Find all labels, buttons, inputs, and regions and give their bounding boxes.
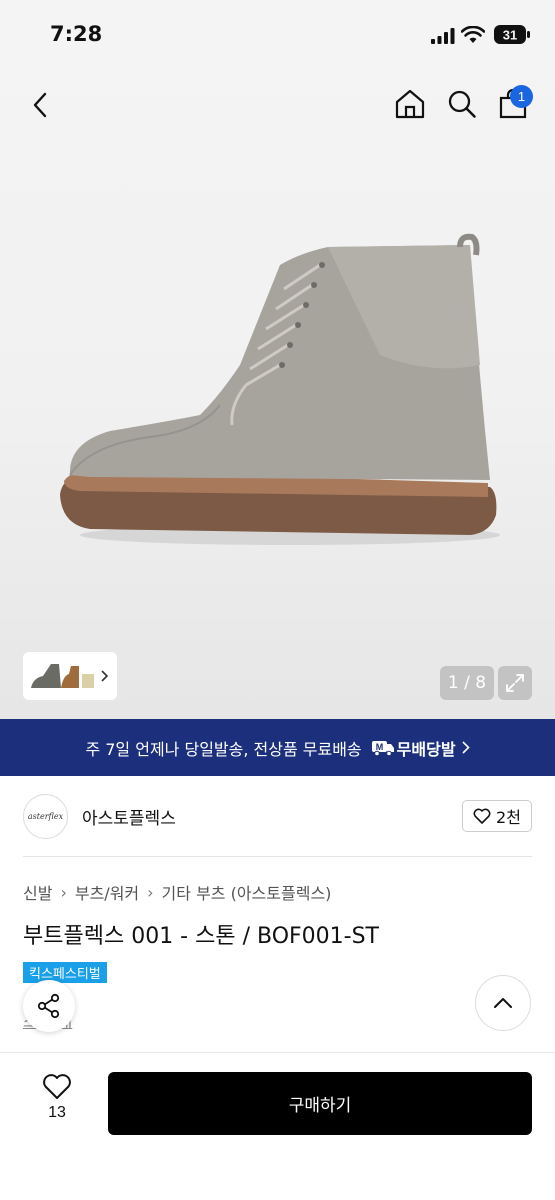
breadcrumb-item[interactable]: 신발 <box>23 880 52 904</box>
delivery-truck-icon: M <box>371 740 394 756</box>
scroll-top-button[interactable] <box>475 975 531 1031</box>
wishlist-count: 13 <box>48 1104 66 1121</box>
mubae-logo: M 무배당발 <box>371 736 456 760</box>
buy-button[interactable]: 구매하기 <box>108 1072 532 1135</box>
chevron-right-icon: › <box>147 882 154 902</box>
product-gallery[interactable]: 7:28 31 1 1 / 8 <box>0 0 555 719</box>
banner-text: 주 7일 언제나 당일발송, 전상품 무료배송 <box>85 739 362 759</box>
wifi-icon <box>461 26 485 43</box>
chevron-right-icon <box>101 670 109 682</box>
brand-like-count: 2천 <box>496 808 521 827</box>
search-icon <box>448 90 476 118</box>
breadcrumb: 신발 › 부츠/워커 › 기타 부츠 (아스토플렉스) <box>23 880 331 904</box>
divider <box>23 856 532 857</box>
status-time: 7:28 <box>50 22 103 46</box>
battery-level: 31 <box>503 28 517 43</box>
back-button[interactable] <box>22 86 60 124</box>
share-icon <box>37 993 60 1019</box>
heart-icon <box>473 808 491 824</box>
brand-logo-text: asterflex <box>27 811 64 821</box>
brand-like-button[interactable]: 2천 <box>462 800 532 832</box>
thumbnail-image <box>31 664 94 688</box>
heart-icon <box>43 1074 71 1099</box>
back-icon <box>33 92 47 118</box>
product-title: 부트플렉스 001 - 스톤 / BOF001-ST <box>23 924 379 949</box>
shipping-banner[interactable]: 주 7일 언제나 당일발송, 전상품 무료배송 M 무배당발 <box>0 719 555 776</box>
signal-icon <box>431 28 455 44</box>
breadcrumb-item[interactable]: 기타 부츠 (아스토플렉스) <box>162 880 332 904</box>
chevron-right-icon: › <box>60 882 67 902</box>
breadcrumb-item[interactable]: 부츠/워커 <box>75 880 139 904</box>
home-button[interactable] <box>390 84 430 124</box>
expand-icon <box>506 674 524 692</box>
product-image[interactable] <box>50 225 510 555</box>
search-button[interactable] <box>442 84 482 124</box>
status-bar: 7:28 31 <box>0 0 555 70</box>
expand-button[interactable] <box>498 666 532 700</box>
brand-row[interactable]: asterflex 아스토플렉스 2천 <box>23 792 532 840</box>
brand-logo[interactable]: asterflex <box>23 793 68 839</box>
chevron-up-icon <box>494 998 512 1008</box>
battery-icon: 31 <box>494 25 530 44</box>
chevron-right-icon <box>461 741 470 754</box>
thumbnail-strip[interactable] <box>23 652 117 700</box>
share-button[interactable] <box>23 980 75 1032</box>
home-icon <box>395 89 425 119</box>
event-badge: 킥스페스티벌 <box>23 962 107 983</box>
logo-mark: M <box>375 742 383 752</box>
brand-name[interactable]: 아스토플렉스 <box>82 804 176 829</box>
bottom-action-bar: 13 구매하기 <box>0 1052 555 1200</box>
wishlist-button[interactable]: 13 <box>30 1073 84 1122</box>
banner-logo-text: 무배당발 <box>396 739 456 759</box>
cart-count-badge: 1 <box>510 85 533 108</box>
image-counter: 1 / 8 <box>440 666 494 700</box>
